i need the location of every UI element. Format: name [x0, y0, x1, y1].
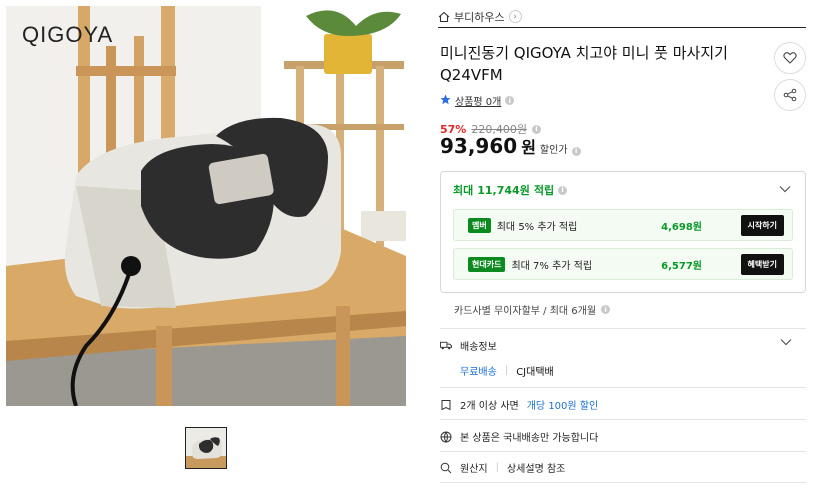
price-label: 할인가: [539, 145, 568, 156]
review-summary[interactable]: 상품평 0개 i: [440, 93, 515, 108]
review-count-link[interactable]: 상품평 0개: [455, 93, 501, 108]
store-breadcrumb[interactable]: 부디하우스 ›: [438, 6, 806, 28]
card-benefit-amount: 6,577원: [661, 260, 702, 272]
benefit-headline[interactable]: 최대 11,744원 적립 i: [453, 182, 568, 198]
chevron-down-icon[interactable]: [780, 338, 792, 349]
heart-icon: [783, 52, 797, 64]
get-benefit-button[interactable]: 혜택받기: [740, 253, 784, 275]
star-icon: [440, 94, 451, 108]
origin-label: 원산지: [460, 464, 488, 475]
divider: [440, 328, 806, 329]
membership-benefit-row: 멤버 최대 5% 추가 적립 4,698원 시작하기: [453, 209, 793, 241]
product-photo: [6, 6, 406, 406]
info-icon[interactable]: i: [571, 146, 581, 156]
separator: |: [504, 365, 509, 376]
domestic-shipping-row: 본 상품은 국내배송만 가능합니다: [440, 429, 598, 444]
info-icon[interactable]: i: [558, 185, 568, 195]
sale-price: 93,960: [440, 134, 518, 158]
sale-price-row: 93,960 원 할인가 i: [440, 134, 581, 158]
free-shipping-label: 무료배송: [460, 367, 497, 378]
price-unit: 원: [521, 138, 536, 157]
installment-text: 카드사별 무이자할부 / 최대 6개월: [454, 306, 597, 317]
membership-badge: 멤버: [468, 217, 491, 233]
info-icon[interactable]: i: [601, 305, 611, 314]
thumbnail-image[interactable]: [185, 427, 227, 469]
bulk-discount-prefix: 2개 이상 사면: [460, 401, 519, 412]
bulk-discount-highlight: 개당 100원 할인: [526, 401, 599, 412]
membership-benefit-text: 최대 5% 추가 적립: [496, 221, 578, 233]
domestic-shipping-text: 본 상품은 국내배송만 가능합니다: [460, 433, 599, 444]
bulk-discount-row: 2개 이상 사면 개당 100원 할인: [440, 397, 598, 412]
coupon-icon: [440, 399, 452, 411]
truck-icon: [440, 340, 452, 352]
divider: [440, 419, 806, 420]
divider: [440, 482, 806, 483]
origin-value: 상세설명 참조: [506, 464, 566, 475]
divider: [440, 387, 806, 388]
shipping-info: 배송정보 무료배송 | CJ대택배: [440, 338, 806, 378]
store-name[interactable]: 부디하우스: [454, 9, 505, 25]
product-title: 미니진동기 QIGOYA 치고야 미니 풋 마사지기 Q24VFM: [440, 44, 728, 84]
card-benefit-row: 현대카드 최대 7% 추가 적립 6,577원 혜택받기: [453, 248, 793, 280]
benefit-suffix: 적립: [533, 184, 555, 197]
globe-icon: [440, 431, 452, 443]
origin-row: 원산지 | 상세설명 참조: [440, 460, 565, 475]
search-icon: [440, 462, 452, 474]
membership-benefit-amount: 4,698원: [661, 221, 702, 233]
home-icon: [438, 11, 450, 23]
info-icon[interactable]: i: [505, 96, 515, 105]
start-membership-button[interactable]: 시작하기: [740, 214, 784, 236]
share-button[interactable]: [774, 79, 806, 111]
thumbnail-photo: [186, 428, 226, 468]
carrier-name: CJ대택배: [516, 367, 554, 378]
installment-info: 카드사별 무이자할부 / 최대 6개월 i: [454, 302, 611, 317]
chevron-right-icon: ›: [508, 10, 522, 23]
brand-logo: QIGOYA: [22, 22, 114, 47]
shipping-label: 배송정보: [460, 342, 497, 353]
wishlist-button[interactable]: [774, 42, 806, 74]
divider: [440, 451, 806, 452]
chevron-down-icon[interactable]: [779, 182, 791, 196]
main-product-image[interactable]: QIGOYA: [6, 6, 406, 406]
info-icon[interactable]: i: [531, 124, 541, 134]
share-icon: [783, 88, 797, 102]
separator: |: [495, 462, 499, 473]
benefit-amount: 11,744원: [477, 184, 530, 197]
benefit-box: 최대 11,744원 적립 i 멤버 최대 5% 추가 적립 4,698원 시작…: [440, 171, 806, 293]
card-badge: 현대카드: [468, 256, 506, 272]
benefit-prefix: 최대: [453, 184, 474, 197]
card-benefit-text: 최대 7% 추가 적립: [511, 260, 593, 272]
